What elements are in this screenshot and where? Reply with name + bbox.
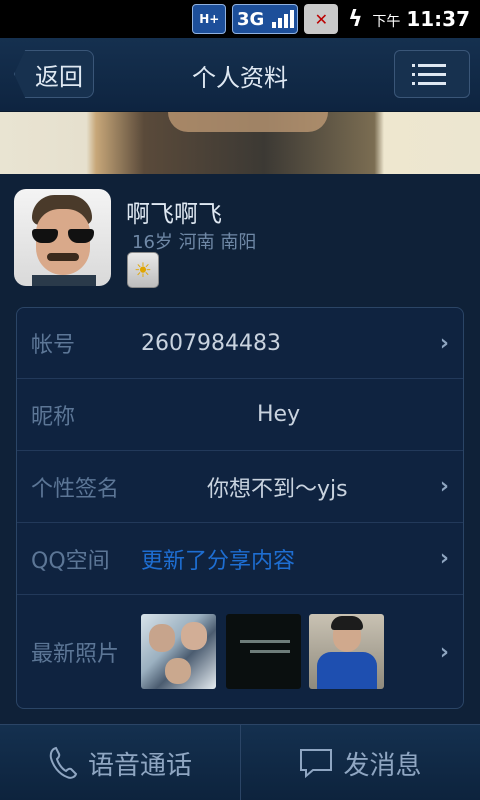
- phone-icon: [49, 746, 78, 779]
- row-value: 2607984483: [141, 330, 281, 356]
- hplus-network-icon: H+: [192, 4, 227, 34]
- row-label: 昵称: [31, 404, 76, 430]
- info-row-account[interactable]: 帐号 2607984483 ›: [17, 308, 463, 379]
- signal-3g-icon: 3G: [232, 4, 299, 34]
- menu-icon: [412, 63, 446, 67]
- profile-info-card: 帐号 2607984483 › 昵称 Hey 个性签名 你想不到～yjs › Q…: [16, 307, 464, 709]
- row-value: Hey: [257, 402, 301, 427]
- send-message-button[interactable]: 发消息: [240, 725, 480, 800]
- chevron-right-icon: ›: [439, 330, 449, 356]
- info-row-qzone[interactable]: QQ空间 更新了分享内容 ›: [17, 523, 463, 595]
- profile-details: 16岁 河南 南阳: [132, 232, 257, 253]
- title-bar: 返回 个人资料: [0, 38, 480, 112]
- menu-button[interactable]: [394, 50, 470, 98]
- bottom-action-bar: 语音通话 发消息: [0, 724, 480, 800]
- avatar[interactable]: [14, 189, 111, 286]
- photo-thumbnail[interactable]: [141, 614, 216, 689]
- chat-bubble-icon: [300, 749, 333, 778]
- info-row-nickname: 昵称 Hey: [17, 379, 463, 451]
- back-button[interactable]: 返回: [14, 50, 94, 98]
- photo-thumbnail[interactable]: [309, 614, 384, 689]
- chevron-right-icon: ›: [439, 474, 449, 499]
- row-value-link[interactable]: 更新了分享内容: [141, 543, 295, 575]
- cover-photo[interactable]: [0, 112, 480, 174]
- row-label: 最新照片: [31, 642, 120, 667]
- voice-call-label: 语音通话: [87, 750, 192, 781]
- chevron-right-icon: ›: [439, 546, 449, 571]
- voice-call-button[interactable]: 语音通话: [0, 725, 240, 800]
- profile-summary: 啊飞啊飞 16岁 河南 南阳 ☀: [0, 174, 480, 304]
- status-bar: H+ 3G ✕ ϟ 下午 11:37: [0, 0, 480, 38]
- row-label: 帐号: [31, 333, 76, 358]
- info-row-signature[interactable]: 个性签名 你想不到～yjs ›: [17, 451, 463, 523]
- profile-nickname: 啊飞啊飞: [126, 200, 222, 228]
- row-label: QQ空间: [31, 548, 110, 574]
- photo-thumbnail[interactable]: [226, 614, 301, 689]
- row-label: 个性签名: [31, 476, 120, 502]
- battery-charging-icon: ϟ: [348, 6, 363, 32]
- status-clock: 下午 11:37: [372, 7, 470, 31]
- no-sim-icon: ✕: [304, 4, 339, 34]
- info-row-latest-photos[interactable]: 最新照片 ›: [17, 595, 463, 708]
- page-title: 个人资料: [192, 64, 288, 92]
- message-label: 发消息: [343, 750, 422, 781]
- chevron-right-icon: ›: [439, 639, 449, 665]
- sun-weather-icon[interactable]: ☀: [127, 252, 159, 288]
- row-value: 你想不到～yjs: [207, 476, 348, 502]
